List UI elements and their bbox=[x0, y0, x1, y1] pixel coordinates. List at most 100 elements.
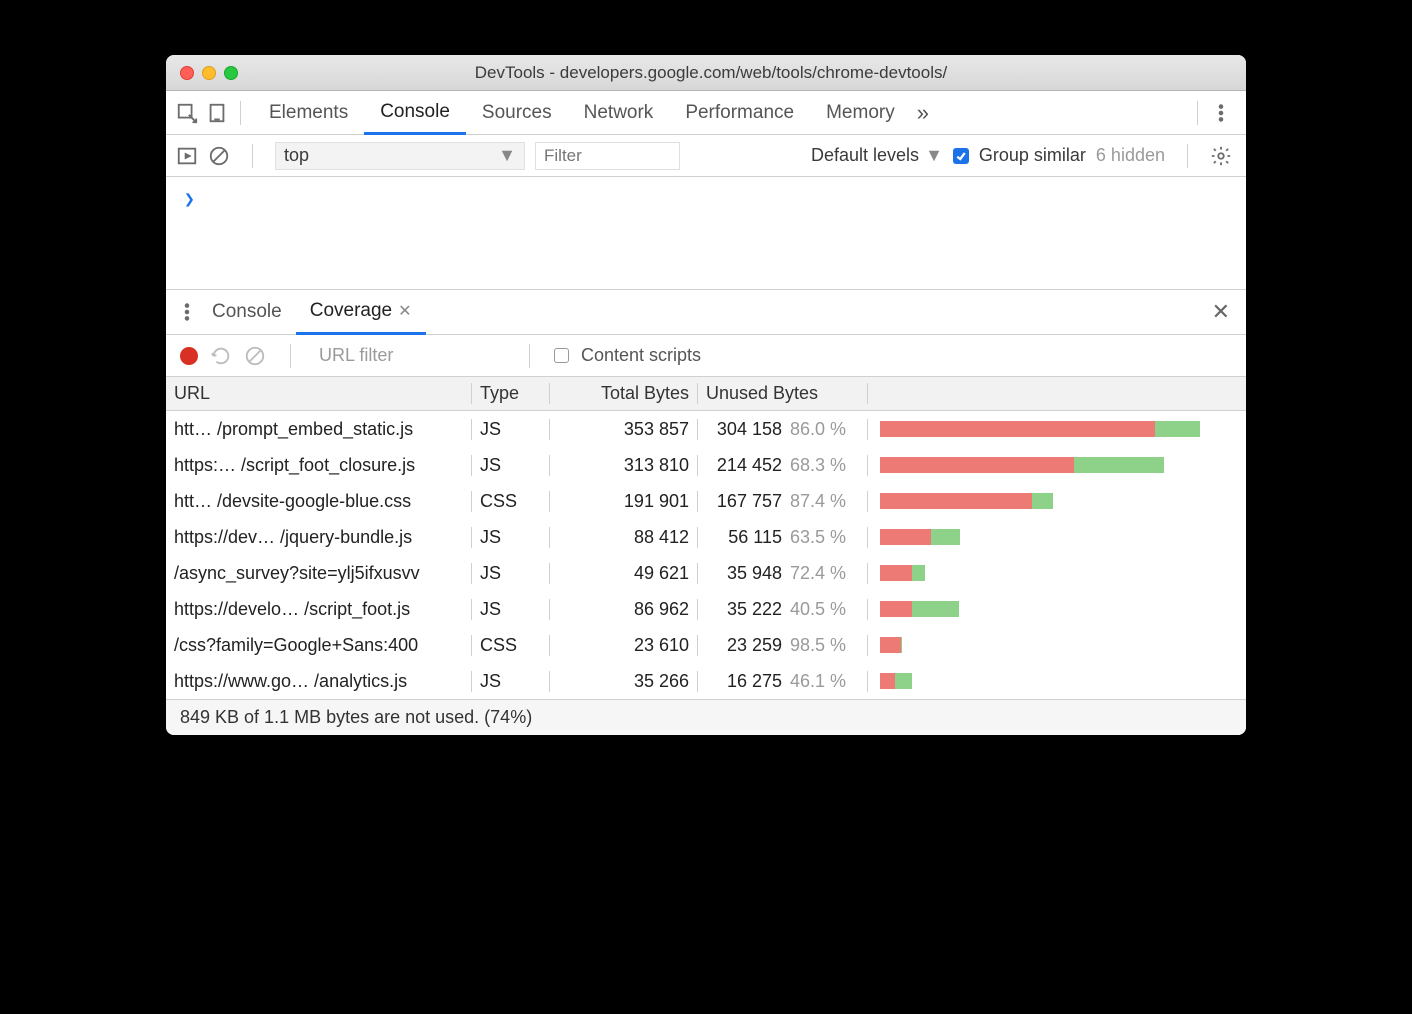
table-row[interactable]: /async_survey?site=ylj5ifxusvvJS49 62135… bbox=[166, 555, 1246, 591]
bar-unused-segment bbox=[880, 529, 931, 545]
context-value: top bbox=[284, 145, 309, 166]
bar-unused-segment bbox=[880, 601, 912, 617]
divider bbox=[529, 344, 530, 368]
col-total[interactable]: Total Bytes bbox=[550, 383, 698, 404]
tabs-overflow-button[interactable]: » bbox=[911, 91, 935, 134]
inspect-element-icon[interactable] bbox=[176, 102, 198, 124]
console-prompt-icon: ❯ bbox=[184, 189, 195, 210]
cell-type: JS bbox=[472, 671, 550, 692]
clear-icon[interactable] bbox=[244, 345, 266, 367]
console-body[interactable]: ❯ bbox=[166, 177, 1246, 289]
bar-unused-segment bbox=[880, 457, 1074, 473]
cell-unused: 167 75787.4 % bbox=[698, 491, 868, 512]
window-titlebar: DevTools - developers.google.com/web/too… bbox=[166, 55, 1246, 91]
reload-icon[interactable] bbox=[210, 345, 232, 367]
more-menu-icon[interactable] bbox=[1210, 102, 1232, 124]
table-row[interactable]: htt… /devsite-google-blue.cssCSS191 9011… bbox=[166, 483, 1246, 519]
divider bbox=[252, 144, 253, 168]
cell-bar bbox=[868, 421, 1246, 437]
table-row[interactable]: https://develo… /script_foot.jsJS86 9623… bbox=[166, 591, 1246, 627]
devtools-window: DevTools - developers.google.com/web/too… bbox=[166, 55, 1246, 735]
col-unused[interactable]: Unused Bytes bbox=[698, 383, 868, 404]
record-button[interactable] bbox=[180, 347, 198, 365]
cell-bar bbox=[868, 565, 1246, 581]
close-tab-icon[interactable]: ✕ bbox=[398, 301, 411, 321]
url-filter-input[interactable]: URL filter bbox=[315, 345, 505, 366]
drawer-tab-coverage[interactable]: Coverage ✕ bbox=[296, 291, 426, 335]
cell-unused: 304 15886.0 % bbox=[698, 419, 868, 440]
cell-bar bbox=[868, 673, 1246, 689]
cell-total: 86 962 bbox=[550, 599, 698, 620]
dropdown-icon: ▼ bbox=[925, 145, 943, 166]
tab-memory[interactable]: Memory bbox=[810, 91, 911, 134]
window-title: DevTools - developers.google.com/web/too… bbox=[238, 63, 1184, 83]
cell-total: 49 621 bbox=[550, 563, 698, 584]
cell-unused: 23 25998.5 % bbox=[698, 635, 868, 656]
cell-type: CSS bbox=[472, 491, 550, 512]
bar-used-segment bbox=[1074, 457, 1164, 473]
cell-bar bbox=[868, 529, 1246, 545]
cell-total: 35 266 bbox=[550, 671, 698, 692]
context-selector[interactable]: top ▼ bbox=[275, 142, 525, 170]
drawer-tab-console[interactable]: Console bbox=[198, 290, 296, 334]
tab-sources[interactable]: Sources bbox=[466, 91, 568, 134]
window-zoom-button[interactable] bbox=[224, 66, 238, 80]
content-scripts-label: Content scripts bbox=[581, 345, 701, 366]
console-filter-input[interactable] bbox=[535, 142, 680, 170]
col-url[interactable]: URL bbox=[166, 383, 472, 404]
window-close-button[interactable] bbox=[180, 66, 194, 80]
table-row[interactable]: https://dev… /jquery-bundle.jsJS88 41256… bbox=[166, 519, 1246, 555]
clear-console-icon[interactable] bbox=[208, 145, 230, 167]
cell-type: JS bbox=[472, 599, 550, 620]
bar-used-segment bbox=[1032, 493, 1054, 509]
tab-performance[interactable]: Performance bbox=[669, 91, 810, 134]
tab-elements[interactable]: Elements bbox=[253, 91, 364, 134]
cell-unused: 16 27546.1 % bbox=[698, 671, 868, 692]
bar-used-segment bbox=[1155, 421, 1200, 437]
bar-unused-segment bbox=[880, 565, 912, 581]
cell-url: https:… /script_foot_closure.js bbox=[166, 455, 472, 476]
table-row[interactable]: https:… /script_foot_closure.jsJS313 810… bbox=[166, 447, 1246, 483]
cell-type: JS bbox=[472, 455, 550, 476]
show-sidebar-icon[interactable] bbox=[176, 145, 198, 167]
console-controls: top ▼ Default levels ▼ Group similar 6 h… bbox=[166, 135, 1246, 177]
cell-total: 23 610 bbox=[550, 635, 698, 656]
col-type[interactable]: Type bbox=[472, 383, 550, 404]
cell-total: 353 857 bbox=[550, 419, 698, 440]
cell-url: https://dev… /jquery-bundle.js bbox=[166, 527, 472, 548]
traffic-lights bbox=[180, 66, 238, 80]
tab-network[interactable]: Network bbox=[568, 91, 670, 134]
table-row[interactable]: https://www.go… /analytics.jsJS35 26616 … bbox=[166, 663, 1246, 699]
cell-type: CSS bbox=[472, 635, 550, 656]
cell-unused: 35 94872.4 % bbox=[698, 563, 868, 584]
cell-total: 313 810 bbox=[550, 455, 698, 476]
cell-bar bbox=[868, 601, 1246, 617]
bar-used-segment bbox=[931, 529, 960, 545]
window-minimize-button[interactable] bbox=[202, 66, 216, 80]
hidden-count: 6 hidden bbox=[1096, 145, 1165, 166]
cell-bar bbox=[868, 637, 1246, 653]
settings-gear-icon[interactable] bbox=[1210, 145, 1232, 167]
dropdown-icon: ▼ bbox=[498, 145, 516, 166]
bar-used-segment bbox=[912, 601, 959, 617]
cell-bar bbox=[868, 457, 1246, 473]
cell-url: htt… /devsite-google-blue.css bbox=[166, 491, 472, 512]
tab-console[interactable]: Console bbox=[364, 92, 466, 135]
coverage-controls: URL filter Content scripts bbox=[166, 335, 1246, 377]
table-row[interactable]: /css?family=Google+Sans:400CSS23 61023 2… bbox=[166, 627, 1246, 663]
drawer-more-icon[interactable] bbox=[176, 301, 198, 323]
cell-unused: 214 45268.3 % bbox=[698, 455, 868, 476]
cell-total: 191 901 bbox=[550, 491, 698, 512]
device-toolbar-icon[interactable] bbox=[206, 102, 228, 124]
coverage-table: URL Type Total Bytes Unused Bytes htt… /… bbox=[166, 377, 1246, 699]
log-levels-select[interactable]: Default levels ▼ bbox=[811, 145, 943, 166]
bar-used-segment bbox=[895, 673, 912, 689]
cell-unused: 35 22240.5 % bbox=[698, 599, 868, 620]
bar-unused-segment bbox=[880, 673, 895, 689]
content-scripts-checkbox[interactable] bbox=[554, 348, 569, 363]
table-row[interactable]: htt… /prompt_embed_static.jsJS353 857304… bbox=[166, 411, 1246, 447]
group-similar-label: Group similar bbox=[979, 145, 1086, 166]
group-similar-checkbox[interactable] bbox=[953, 148, 969, 164]
drawer-close-icon[interactable]: ✕ bbox=[1206, 299, 1236, 325]
bar-unused-segment bbox=[880, 421, 1155, 437]
